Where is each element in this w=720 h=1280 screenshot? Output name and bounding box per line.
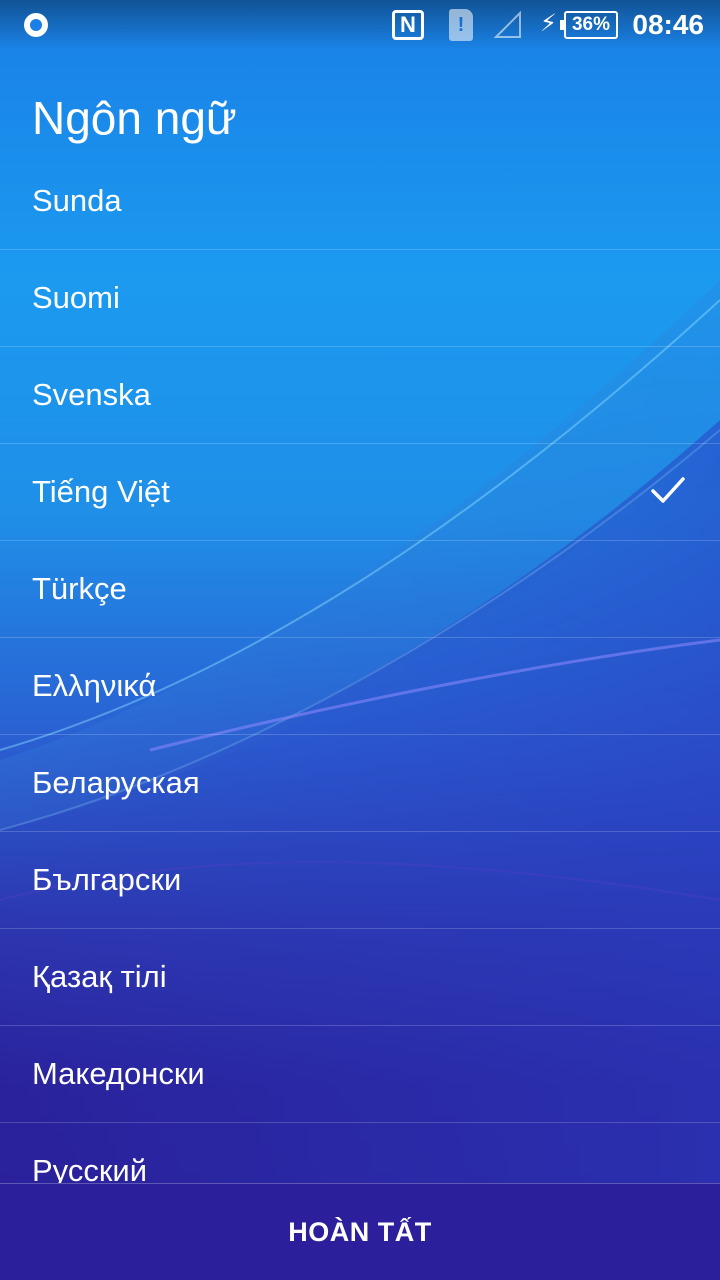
charging-bolt-icon: ⚡: [540, 10, 557, 37]
status-bar: N ! ⚡ 36% 08:46: [0, 0, 720, 50]
language-item[interactable]: Қазақ тілі: [0, 929, 720, 1026]
language-item[interactable]: Svenska: [0, 347, 720, 444]
language-item[interactable]: Türkçe: [0, 541, 720, 638]
language-label: Ελληνικά: [32, 668, 157, 703]
language-item[interactable]: Македонски: [0, 1026, 720, 1123]
language-label: Македонски: [32, 1056, 205, 1091]
language-item[interactable]: Suomi: [0, 250, 720, 347]
language-label: Български: [32, 862, 182, 897]
language-item[interactable]: Беларуская: [0, 735, 720, 832]
done-button[interactable]: HOÀN TẤT: [0, 1184, 720, 1280]
language-label: Беларуская: [32, 765, 200, 800]
language-item[interactable]: Български: [0, 832, 720, 929]
language-label: Қазақ тілі: [32, 959, 167, 994]
battery-indicator: 36%: [560, 11, 618, 39]
status-time: 08:46: [632, 9, 704, 40]
language-label: Türkçe: [32, 571, 127, 606]
notification-icon: [24, 13, 48, 37]
language-item[interactable]: Русский: [0, 1123, 720, 1183]
language-list[interactable]: Sunda Suomi Svenska Tiếng Việt Türkçe Ελ…: [0, 153, 720, 1183]
sim-alert-icon: !: [449, 9, 473, 41]
language-label: Suomi: [32, 280, 120, 315]
language-label: Sunda: [32, 183, 122, 218]
language-label: Tiếng Việt: [32, 474, 170, 509]
language-label: Svenska: [32, 377, 151, 412]
nfc-icon: N: [392, 10, 424, 40]
footer-bar: HOÀN TẤT: [0, 1183, 720, 1280]
language-screen: N ! ⚡ 36% 08:46 Ngôn ngữ Sunda Suomi Sve…: [0, 0, 720, 1280]
language-item[interactable]: Sunda: [0, 153, 720, 250]
check-icon: [651, 477, 685, 503]
page-title: Ngôn ngữ: [32, 92, 237, 144]
signal-empty-icon: [494, 11, 521, 38]
language-item[interactable]: Ελληνικά: [0, 638, 720, 735]
language-item-selected[interactable]: Tiếng Việt: [0, 444, 720, 541]
language-label: Русский: [32, 1153, 148, 1183]
